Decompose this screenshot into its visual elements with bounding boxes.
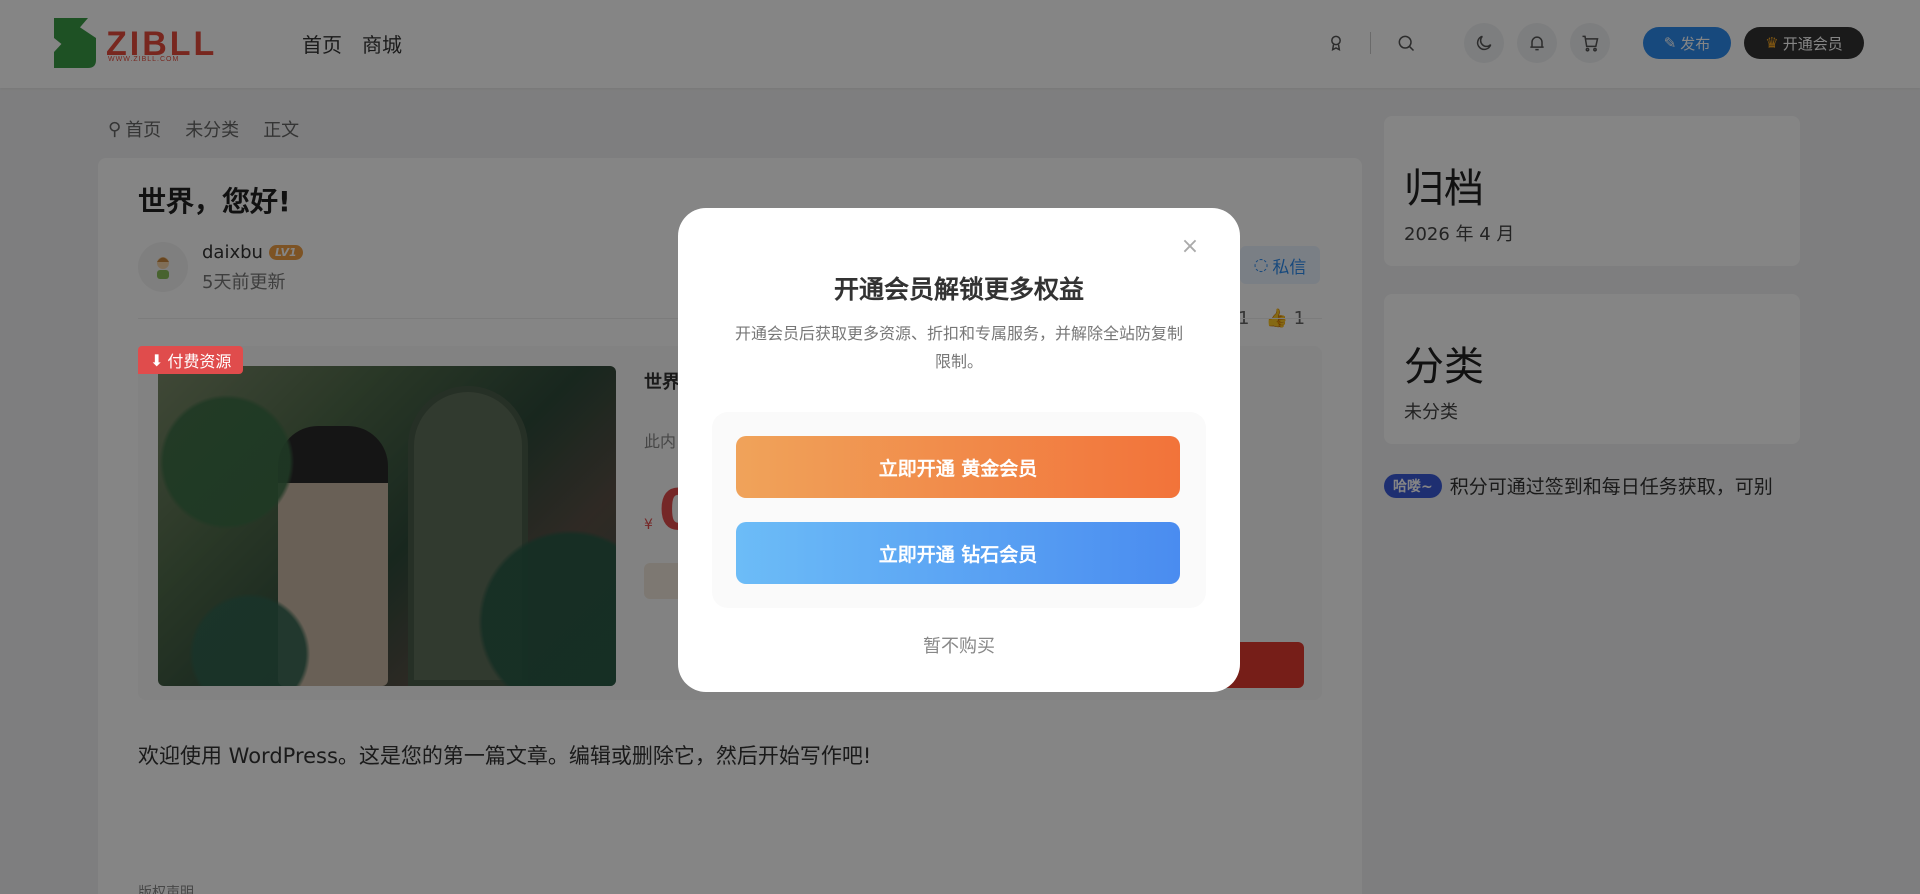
gold-vip-button[interactable]: 立即开通 黄金会员: [736, 436, 1180, 498]
download-icon: ⬇: [150, 350, 164, 370]
diamond-vip-button[interactable]: 立即开通 钻石会员: [736, 522, 1180, 584]
paid-resource-tag: ⬇ 付费资源: [138, 346, 244, 374]
modal-description: 开通会员后获取更多资源、折扣和专属服务，并解除全站防复制限制。: [734, 324, 1183, 371]
plan-options: 立即开通 黄金会员 立即开通 钻石会员: [712, 412, 1206, 608]
no-buy-link[interactable]: 暂不购买: [678, 632, 1240, 658]
vip-modal: × 开通会员解锁更多权益 开通会员后获取更多资源、折扣和专属服务，并解除全站防复…: [678, 208, 1240, 692]
modal-title: 开通会员解锁更多权益: [833, 275, 1084, 304]
close-icon[interactable]: ×: [1178, 234, 1202, 259]
